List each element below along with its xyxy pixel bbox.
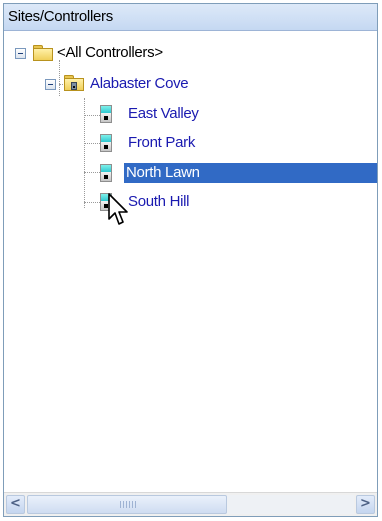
- scrollbar-grip-icon: [120, 501, 136, 508]
- controller-icon: [100, 134, 112, 152]
- tree-node-controller-selected[interactable]: North Lawn: [4, 162, 377, 184]
- controllers-tree: <All Controllers> Alabaster Cove East Va…: [4, 31, 377, 492]
- controller-icon: [100, 164, 112, 182]
- tree-node-label: Alabaster Cove: [90, 75, 189, 92]
- collapse-toggle[interactable]: [45, 79, 56, 90]
- tree-node-label: North Lawn: [124, 163, 377, 183]
- scroll-left-button[interactable]: <: [6, 495, 25, 514]
- scrollbar-track[interactable]: [27, 495, 354, 514]
- tree-node-controller[interactable]: East Valley: [4, 103, 374, 125]
- scrollbar-thumb[interactable]: [27, 495, 227, 514]
- folder-icon: [33, 45, 53, 61]
- sites-controllers-panel: Sites/Controllers <All Controllers> Alab…: [3, 3, 378, 517]
- collapse-toggle[interactable]: [15, 48, 26, 59]
- tree-node-controller[interactable]: South Hill: [4, 191, 374, 213]
- tree-node-label: <All Controllers>: [57, 44, 163, 61]
- controller-icon: [100, 105, 112, 123]
- horizontal-scrollbar[interactable]: < >: [4, 492, 377, 516]
- tree-node-label: Front Park: [128, 134, 196, 151]
- panel-title: Sites/Controllers: [4, 4, 377, 31]
- scroll-right-button[interactable]: >: [356, 495, 375, 514]
- controller-icon: [100, 193, 112, 211]
- tree-node-label: South Hill: [128, 193, 190, 210]
- tree-node-alabaster-cove[interactable]: Alabaster Cove: [4, 73, 374, 95]
- site-folder-icon: [64, 75, 84, 91]
- tree-node-label: East Valley: [128, 105, 199, 122]
- tree-node-all-controllers[interactable]: <All Controllers>: [4, 43, 374, 65]
- tree-node-controller[interactable]: Front Park: [4, 132, 374, 154]
